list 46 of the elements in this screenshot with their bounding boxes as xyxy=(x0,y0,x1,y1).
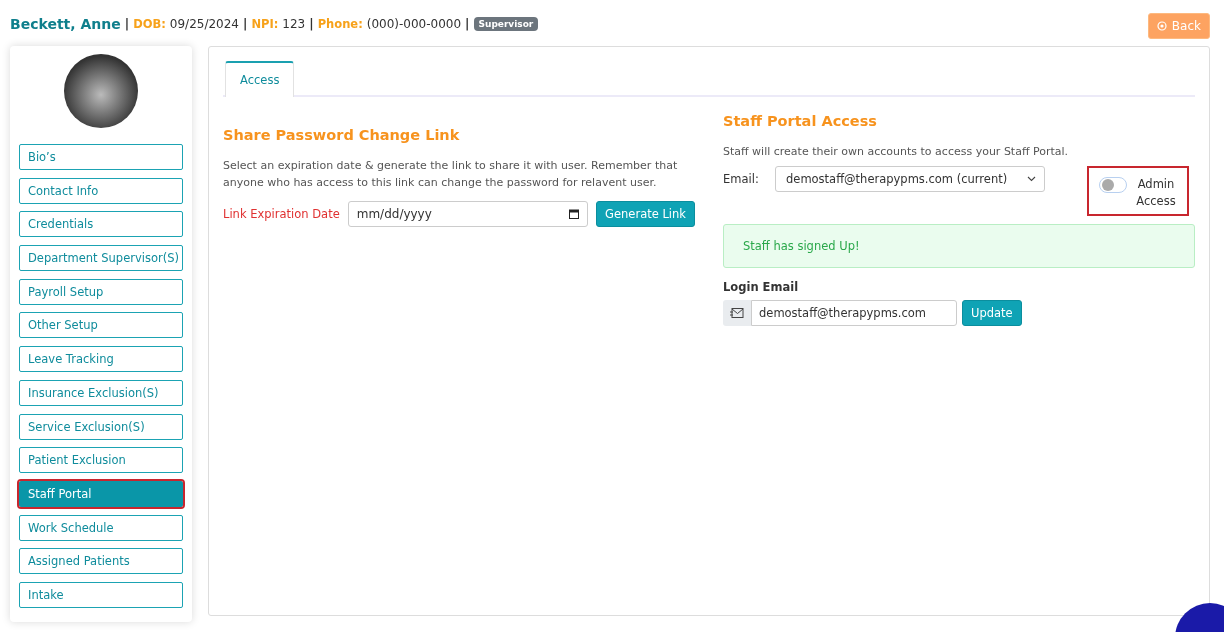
date-field[interactable]: mm/dd/yyyy xyxy=(347,201,589,227)
envelope-icon xyxy=(730,308,744,318)
field-label: Phone: xyxy=(317,17,363,31)
sidebar-item[interactable]: Service Exclusion(S) xyxy=(19,413,183,440)
calendar-icon xyxy=(569,209,580,219)
login-email-field[interactable]: demostaff@therapypms.com xyxy=(751,300,957,326)
sidebar-item[interactable]: Payroll Setup xyxy=(19,278,183,305)
separator: | xyxy=(465,17,470,31)
sidebar-item[interactable]: Work Schedule xyxy=(19,514,183,541)
email-dropdown[interactable]: demostaff@therapypms.com (current) xyxy=(775,166,1045,192)
sidebar-item[interactable]: Bio’s xyxy=(19,144,183,170)
field-label: Link Expiration Date xyxy=(223,207,340,221)
admin-access-toggle[interactable]: Admin Access xyxy=(1087,166,1189,216)
description-text: Select an expiration date & generate the link to share it with user. Remember that anyone who has access to this link can change the password for relavent user. xyxy=(223,158,679,191)
separator: | xyxy=(243,17,248,31)
field-value: 123 xyxy=(282,17,306,31)
success-alert: Staff has signed Up! xyxy=(723,224,1195,268)
role-badge: Supervisor xyxy=(473,17,539,31)
field-label: Login Email xyxy=(723,280,800,294)
sidebar-item[interactable]: Assigned Patients xyxy=(19,548,183,575)
sidebar-item[interactable]: Other Setup xyxy=(19,312,183,339)
update-button[interactable]: Update xyxy=(962,300,1022,326)
field-value: (000)-000-0000 xyxy=(366,17,462,31)
generate-link-button[interactable]: Generate Link xyxy=(596,201,695,227)
section-title: Staff Portal Access xyxy=(723,113,878,129)
toggle-switch[interactable] xyxy=(1099,177,1127,193)
separator: | xyxy=(124,17,130,31)
sidebar-item[interactable]: Credentials xyxy=(19,211,183,238)
sidebar-item[interactable]: Patient Exclusion xyxy=(19,447,183,474)
sidebar-item[interactable]: Leave Tracking xyxy=(19,346,183,373)
sidebar-item[interactable]: Department Supervisor(S) xyxy=(19,245,183,272)
sidebar-item[interactable]: Insurance Exclusion(S) xyxy=(19,379,183,406)
chevron-down-icon xyxy=(1027,176,1036,182)
field-label: DOB: xyxy=(133,17,166,31)
tab[interactable]: Access xyxy=(225,61,295,97)
field-value: 09/25/2024 xyxy=(169,17,239,31)
staff-name: Beckett, Anne xyxy=(10,16,121,32)
field-label: NPI: xyxy=(251,17,279,31)
section-title: Share Password Change Link xyxy=(223,127,461,143)
sidebar-item[interactable]: Staff Portal xyxy=(19,480,183,507)
sidebar-item[interactable]: Intake xyxy=(19,581,183,608)
field-label: Email: xyxy=(723,172,760,186)
sidebar-item[interactable]: Contact Info xyxy=(19,177,183,204)
description-text: Staff will create their own accounts to access your Staff Portal. xyxy=(723,144,1070,160)
circle-dot-icon xyxy=(1156,21,1167,31)
separator: | xyxy=(309,17,314,31)
